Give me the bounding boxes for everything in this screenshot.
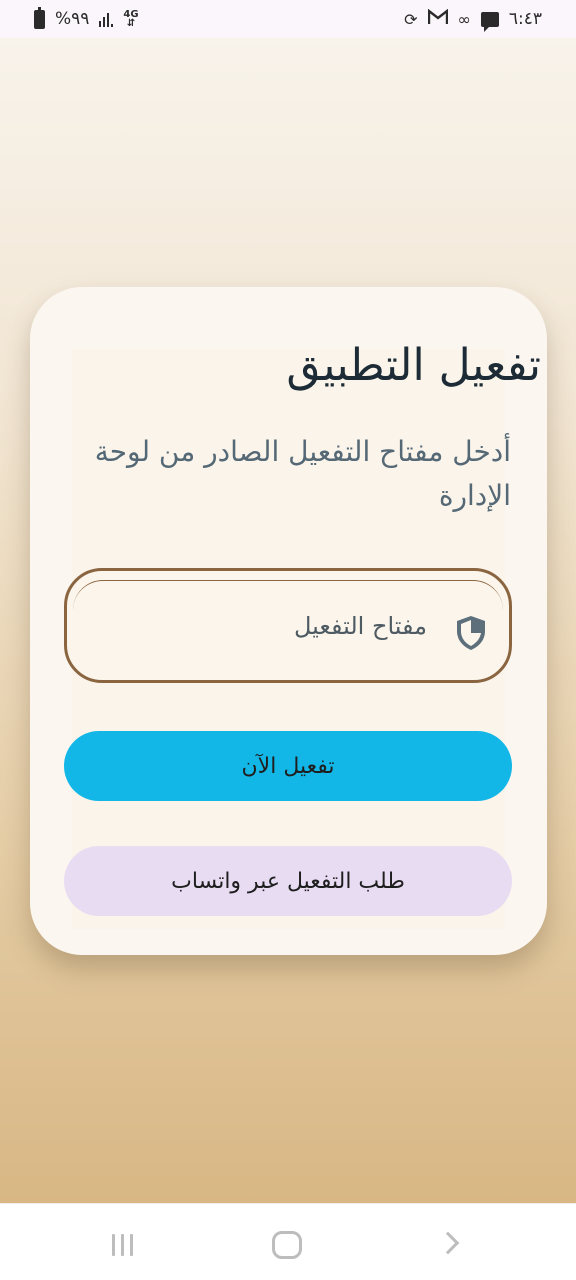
infinity-icon: ∞: [457, 9, 471, 29]
network-label: 4G: [123, 9, 139, 20]
sync-icon: ⟳: [404, 9, 418, 29]
activation-key-input[interactable]: [87, 601, 427, 651]
whatsapp-activation-button[interactable]: طلب التفعيل عبر واتساب: [64, 846, 512, 916]
activation-key-field[interactable]: [64, 568, 512, 683]
page-subtitle: أدخل مفتاح التفعيل الصادر من لوحة الإدار…: [94, 435, 511, 512]
shield-icon: [457, 616, 485, 650]
status-bar: %٩٩ 4G ⇵ ⟳ ∞ ٦:٤٣: [0, 0, 576, 38]
battery-percentage: %٩٩: [55, 9, 90, 29]
gmail-icon: [427, 8, 448, 29]
back-icon[interactable]: [436, 1231, 460, 1255]
signal-icon: [99, 11, 114, 27]
status-time: ٦:٤٣: [508, 9, 542, 29]
activate-now-button[interactable]: تفعيل الآن: [64, 731, 512, 801]
message-icon: [480, 11, 499, 32]
status-right: ⟳ ∞ ٦:٤٣: [404, 8, 542, 32]
battery-icon: [34, 6, 45, 29]
network-4g-icon: 4G ⇵: [123, 9, 139, 29]
page-title: تفعيل التطبيق: [286, 340, 541, 391]
home-icon[interactable]: [272, 1231, 302, 1259]
navigation-bar: [0, 1203, 576, 1280]
status-left: %٩٩ 4G ⇵: [34, 6, 139, 29]
recents-icon[interactable]: [112, 1234, 133, 1256]
